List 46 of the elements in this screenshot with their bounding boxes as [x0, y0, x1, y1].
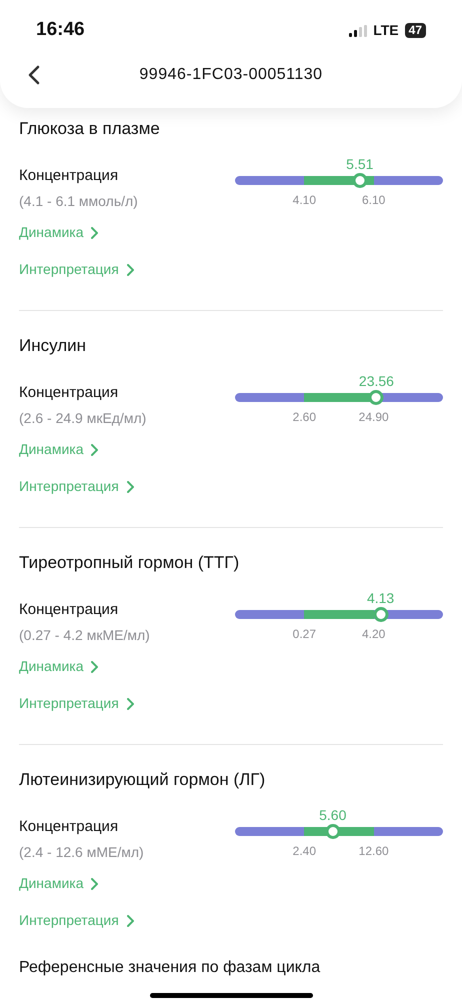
- lower-limit: 2.40: [292, 843, 316, 860]
- status-time: 16:46: [36, 18, 85, 42]
- lower-limit: 2.60: [292, 409, 316, 426]
- reference-range: (0.27 - 4.2 мкМЕ/мл): [19, 626, 150, 645]
- detail-link[interactable]: Динамика: [19, 223, 98, 242]
- detail-link[interactable]: Интерпретация: [19, 477, 134, 496]
- chevron-right-icon: [91, 878, 98, 890]
- reference-range: (2.4 - 12.6 мМЕ/мл): [19, 843, 144, 862]
- measure-label: Концентрация: [19, 166, 120, 186]
- chevron-right-icon: [91, 444, 98, 456]
- signal-icon: [349, 24, 368, 36]
- result-value: 23.56: [358, 372, 394, 391]
- upper-limit: 24.90: [358, 409, 389, 426]
- result-value: 5.51: [346, 155, 374, 174]
- chevron-right-icon: [126, 480, 134, 492]
- test-title: Лютеинизирующий гормон (ЛГ): [19, 769, 266, 791]
- result-value: 4.13: [366, 589, 394, 608]
- detail-link[interactable]: Интерпретация: [19, 911, 134, 930]
- chevron-right-icon: [126, 914, 134, 926]
- upper-limit: 6.10: [362, 192, 386, 209]
- detail-link[interactable]: Интерпретация: [19, 260, 134, 279]
- upper-limit: 12.60: [358, 843, 389, 860]
- detail-link[interactable]: Динамика: [19, 440, 98, 459]
- reference-range: (4.1 - 6.1 ммоль/л): [19, 192, 138, 211]
- detail-link[interactable]: Динамика: [19, 874, 98, 893]
- test-title: Глюкоза в плазме: [19, 118, 161, 140]
- reference-range: (2.6 - 24.9 мкЕд/мл): [19, 409, 146, 428]
- chevron-right-icon: [91, 226, 98, 238]
- lower-limit: 4.10: [292, 192, 316, 209]
- chevron-right-icon: [126, 264, 134, 276]
- test-title: Тиреотропный гормон (ТТГ): [19, 552, 240, 574]
- measure-label: Концентрация: [19, 600, 120, 620]
- detail-link[interactable]: Динамика: [19, 657, 98, 676]
- detail-link[interactable]: Интерпретация: [19, 694, 134, 713]
- lower-limit: 0.27: [292, 626, 316, 643]
- section-heading: Референсные значения по фазам цикла: [19, 958, 320, 978]
- result-value: 5.60: [319, 806, 346, 825]
- test-title: Инсулин: [19, 335, 88, 357]
- chevron-right-icon: [126, 698, 134, 710]
- measure-label: Концентрация: [19, 817, 120, 837]
- measure-label: Концентрация: [19, 383, 120, 403]
- chevron-right-icon: [91, 660, 98, 672]
- upper-limit: 4.20: [362, 626, 386, 643]
- header-title: 99946-1FC03-00051130: [138, 65, 324, 85]
- network-label: LTE: [373, 21, 399, 40]
- battery-indicator: 47: [404, 23, 426, 38]
